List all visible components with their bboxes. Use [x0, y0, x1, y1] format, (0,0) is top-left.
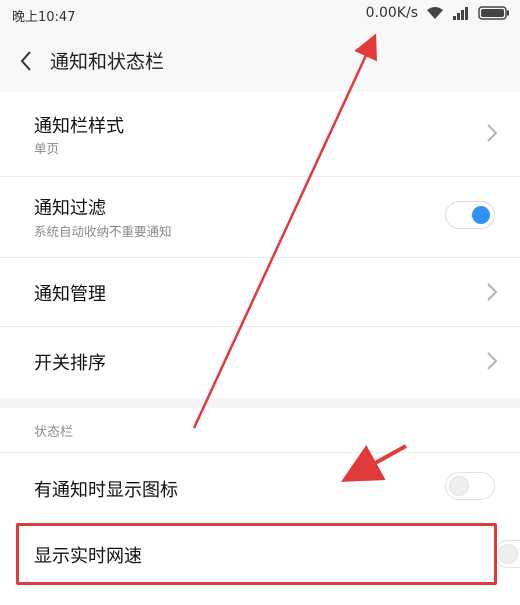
annotation-arrow-to-row	[340, 444, 407, 482]
annotation-arrow-to-speed	[192, 33, 377, 429]
annotation-arrows	[192, 33, 407, 482]
